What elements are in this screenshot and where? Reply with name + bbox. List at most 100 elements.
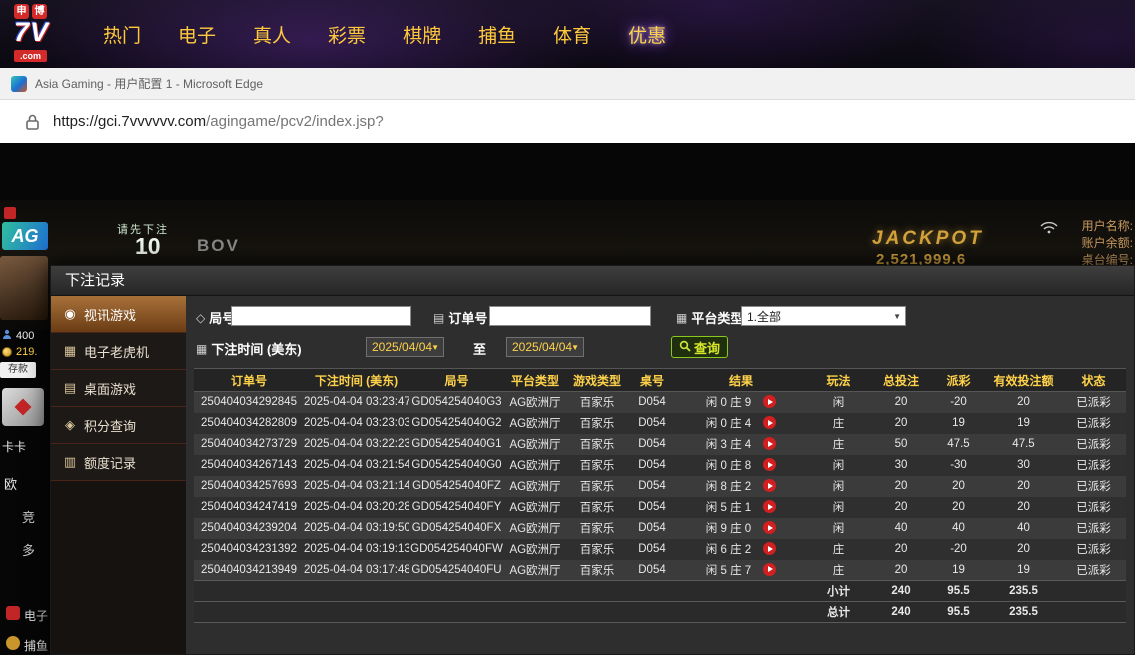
platform-icon: ▦: [676, 310, 688, 325]
platform-select[interactable]: 1.全部: [741, 306, 906, 326]
calendar-icon: ▦: [196, 341, 208, 356]
cell-payout: 20: [952, 501, 965, 513]
cell-status: 已派彩: [1076, 439, 1111, 451]
table-row: 250404034231392 2025-04-04 03:19:13 GD0542…: [194, 538, 1126, 560]
column-header: 派彩: [931, 368, 986, 392]
replay-icon[interactable]: [763, 562, 777, 576]
cell-game: 百家乐: [579, 544, 615, 556]
nav-item[interactable]: 电子: [178, 21, 216, 48]
cell-result: 闲 9 庄 0: [676, 518, 806, 539]
sum-valid: 235.5: [986, 601, 1061, 623]
date-from-select[interactable]: 2025/04/04: [366, 337, 444, 357]
cell-play: 闲: [832, 502, 845, 514]
replay-icon[interactable]: [763, 458, 777, 471]
nav-item[interactable]: 真人: [253, 21, 291, 48]
time-label: 下注时间 (美东): [211, 342, 302, 357]
rail-item[interactable]: 竞: [22, 507, 35, 526]
replay-icon[interactable]: [763, 542, 777, 555]
replay-icon[interactable]: [763, 521, 777, 534]
round-input[interactable]: [231, 306, 411, 326]
result-text: 闲 0 庄 4: [705, 418, 752, 430]
cell-order: 250404034257693: [201, 480, 297, 492]
date-to-select[interactable]: 2025/04/04: [506, 337, 584, 357]
nav-item[interactable]: 棋牌: [403, 21, 441, 48]
cell-table_no: D054: [638, 438, 666, 450]
order-input[interactable]: [489, 306, 651, 326]
menu-item-label: 电子老虎机: [84, 344, 150, 360]
replay-icon[interactable]: [763, 479, 777, 492]
column-header: 结果: [676, 368, 806, 392]
table-row: 250404034247419 2025-04-04 03:20:28 GD0542…: [194, 496, 1126, 518]
menu-item[interactable]: ▦ 电子老虎机: [51, 333, 186, 370]
balance-stat: 219.: [2, 346, 37, 358]
video-icon: ◉: [64, 306, 76, 321]
cell-round: GD054254040FZ: [412, 480, 501, 492]
cell-valid: 20: [1017, 543, 1030, 555]
cell-payout: -30: [950, 459, 967, 471]
cell-platform: AG欧洲厅: [509, 502, 561, 514]
cell-platform: AG欧洲厅: [509, 397, 561, 410]
search-button[interactable]: 查询: [671, 336, 729, 358]
cell-status: 已派彩: [1076, 397, 1111, 410]
cell-payout: 19: [952, 417, 965, 429]
rail-item[interactable]: 卡卡: [2, 438, 26, 455]
person-icon: [2, 329, 12, 342]
modal-menu: ◉ 视讯游戏 ▦ 电子老虎机 ▤ 桌面游戏 ◈ 积分查询 ▥ 额度记录: [51, 296, 186, 654]
deposit-button[interactable]: 存款: [0, 362, 36, 378]
nav-item[interactable]: 优惠: [628, 21, 666, 48]
lock-icon[interactable]: [26, 114, 39, 130]
nav-item[interactable]: 彩票: [328, 21, 366, 48]
to-label-group: 至: [473, 339, 486, 358]
menu-item[interactable]: ◉ 视讯游戏: [51, 296, 186, 333]
menu-item[interactable]: ▤ 桌面游戏: [51, 370, 186, 407]
address-bar[interactable]: https://gci.7vvvvvv.com/agingame/pcv2/in…: [0, 100, 1135, 143]
menu-item[interactable]: ▥ 额度记录: [51, 444, 186, 481]
rail-item[interactable]: 捕鱼: [24, 637, 48, 654]
cell-payout: 19: [952, 563, 965, 576]
cell-order: 250404034247419: [201, 501, 297, 513]
user-info-label: 用户名称:: [1081, 219, 1133, 233]
cell-result: 闲 0 庄 4: [676, 413, 806, 434]
url-path: /agingame/pcv2/index.jsp?: [206, 113, 384, 130]
ag-logo-text: AG: [11, 225, 39, 246]
cell-play: 闲: [832, 460, 845, 472]
platform-label: 平台类型: [691, 311, 744, 326]
slot-category-icon: [6, 606, 20, 620]
coin-icon: [2, 347, 12, 357]
cell-time: 2025-04-04 03:23:03: [304, 417, 409, 429]
cell-result: 闲 6 庄 2: [676, 539, 806, 560]
replay-icon[interactable]: [763, 416, 777, 429]
nav-item[interactable]: 热门: [103, 21, 141, 48]
cell-result: 闲 5 庄 1: [676, 497, 806, 518]
screen: 申 博 7V .com 热门 电子 真人 彩票 棋牌 捕鱼 体育 优惠 Asia Gaming…: [0, 0, 1135, 655]
site-favicon-icon: [11, 75, 27, 92]
rail-item[interactable]: 电子: [24, 607, 48, 624]
cell-platform: AG欧洲厅: [509, 544, 561, 556]
replay-icon[interactable]: [763, 395, 777, 409]
result-text: 闲 8 庄 2: [705, 481, 752, 493]
tag-icon: ◇: [196, 310, 206, 325]
cell-valid: 20: [1017, 480, 1030, 492]
cell-bet: 20: [894, 501, 908, 513]
rail-item[interactable]: 欧: [4, 474, 17, 493]
cell-valid: 40: [1017, 522, 1030, 534]
menu-item-label: 积分查询: [84, 418, 137, 434]
ag-logo: AG: [2, 222, 48, 250]
doc-icon: ▤: [433, 310, 445, 325]
game-thumbnail[interactable]: [2, 388, 44, 426]
result-text: 闲 5 庄 7: [705, 564, 752, 577]
nav-item[interactable]: 捕鱼: [478, 21, 516, 48]
menu-item-label: 桌面游戏: [84, 381, 137, 397]
cell-valid: 20: [1017, 501, 1030, 513]
replay-icon[interactable]: [763, 437, 777, 450]
menu-item[interactable]: ◈ 积分查询: [51, 407, 186, 444]
cell-time: 2025-04-04 03:17:48: [304, 563, 409, 576]
rail-item[interactable]: 多: [22, 540, 35, 559]
cell-valid: 30: [1017, 459, 1030, 471]
replay-icon[interactable]: [763, 500, 777, 513]
cell-game: 百家乐: [579, 460, 615, 472]
cell-status: 已派彩: [1076, 502, 1111, 514]
nav-item[interactable]: 体育: [553, 21, 591, 48]
bet-records-modal: 下注记录 ◉ 视讯游戏 ▦ 电子老虎机 ▤ 桌面游戏 ◈ 积分查询 ▥ 额度记录 ◇ 局号 ▤ 订…: [50, 265, 1135, 655]
logo-domain: .com: [14, 50, 48, 62]
